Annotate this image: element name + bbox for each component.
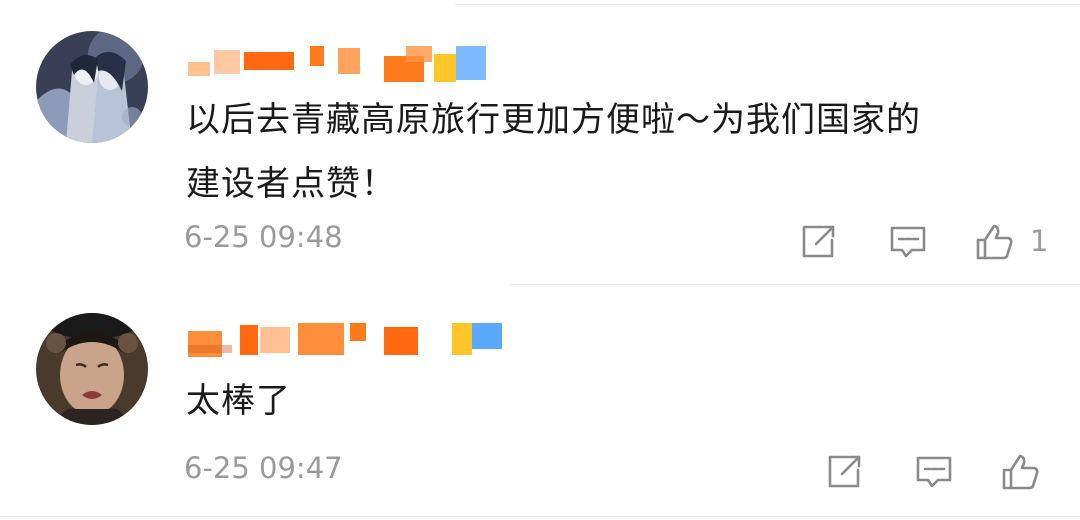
divider bbox=[0, 516, 1080, 517]
like-icon[interactable] bbox=[1000, 452, 1040, 492]
comment-icon[interactable] bbox=[914, 452, 954, 492]
like-count: 1 bbox=[1030, 224, 1049, 258]
share-icon[interactable] bbox=[824, 452, 864, 492]
comment-text: 太棒了 bbox=[186, 381, 291, 421]
like-icon[interactable] bbox=[974, 222, 1014, 262]
comment-time: 6-25 09:47 bbox=[184, 451, 343, 485]
comment-icon[interactable] bbox=[888, 222, 928, 262]
comment-item: 以后去青藏高原旅行更加方便啦～为我们国家的 建设者点赞！ 6-25 09:48 bbox=[0, 0, 1080, 284]
comment-time: 6-25 09:48 bbox=[184, 220, 343, 254]
avatar[interactable] bbox=[36, 31, 148, 143]
avatar[interactable] bbox=[36, 313, 148, 425]
share-icon[interactable] bbox=[798, 222, 838, 262]
comment-item: 太棒了 6-25 09:47 bbox=[0, 285, 1080, 516]
comment-list: 以后去青藏高原旅行更加方便啦～为我们国家的 建设者点赞！ 6-25 09:48 bbox=[0, 0, 1080, 520]
comment-text: 以后去青藏高原旅行更加方便啦～为我们国家的 建设者点赞！ bbox=[186, 100, 921, 204]
